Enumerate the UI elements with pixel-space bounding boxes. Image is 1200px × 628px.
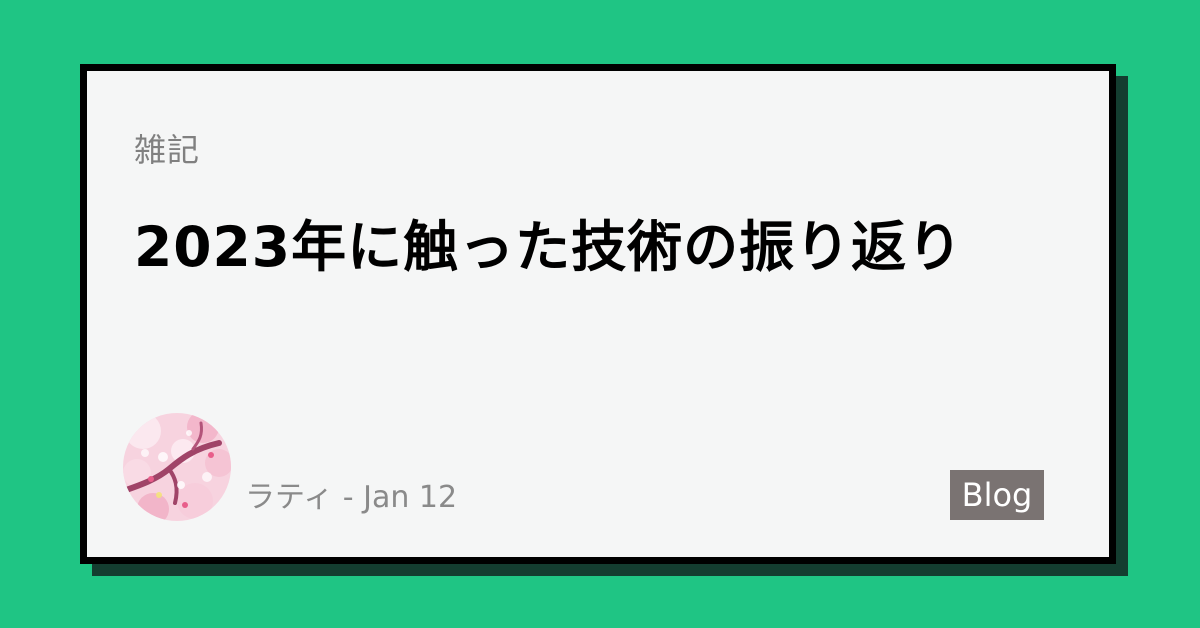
blog-tag-badge[interactable]: Blog [950,470,1044,520]
post-date: Jan 12 [363,480,458,515]
cherry-blossom-avatar-icon[interactable] [123,413,231,521]
author-name[interactable]: ラティ [245,480,333,515]
author-byline: ラティ - Jan 12 [245,478,457,518]
post-title[interactable]: 2023年に触った技術の振り返り [134,209,963,285]
post-card[interactable]: 雑記 2023年に触った技術の振り返り ラティ - Jan 12 Blog [80,64,1116,564]
byline-separator: - [333,480,364,515]
category-label: 雑記 [134,131,201,169]
